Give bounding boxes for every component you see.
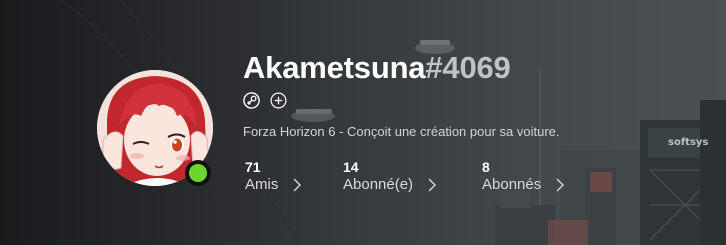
steam-icon[interactable] — [243, 92, 260, 109]
chevron-right-icon — [293, 178, 302, 191]
profile-header: softsys Akametsuna#4069 Forza Horizon 6 … — [0, 0, 726, 245]
following-label: Abonné(e) — [343, 176, 414, 193]
followers-count: 8 — [482, 159, 490, 175]
chevron-right-icon — [428, 178, 437, 191]
add-icon[interactable] — [270, 92, 287, 109]
following-count: 14 — [343, 159, 359, 175]
profile-name: Akametsuna#4069 — [243, 50, 511, 86]
building-sign: softsys — [668, 137, 709, 148]
avatar-container[interactable] — [97, 70, 213, 186]
friends-count: 71 — [245, 159, 261, 175]
online-status-dot — [189, 164, 207, 182]
followers-label: Abonnés — [482, 176, 542, 193]
following-link[interactable]: 14 Abonné(e) — [343, 159, 437, 193]
presence-indicator — [185, 160, 211, 186]
gamertag-suffix: #4069 — [425, 50, 511, 85]
friends-label: Amis — [245, 176, 279, 193]
followers-link[interactable]: 8 Abonnés — [482, 159, 565, 193]
gamertag: Akametsuna — [243, 50, 426, 85]
linked-accounts-row — [243, 92, 287, 109]
chevron-right-icon — [556, 178, 565, 191]
rich-presence-status: Forza Horizon 6 - Conçoit une création p… — [243, 124, 560, 139]
friends-link[interactable]: 71 Amis — [245, 159, 302, 193]
